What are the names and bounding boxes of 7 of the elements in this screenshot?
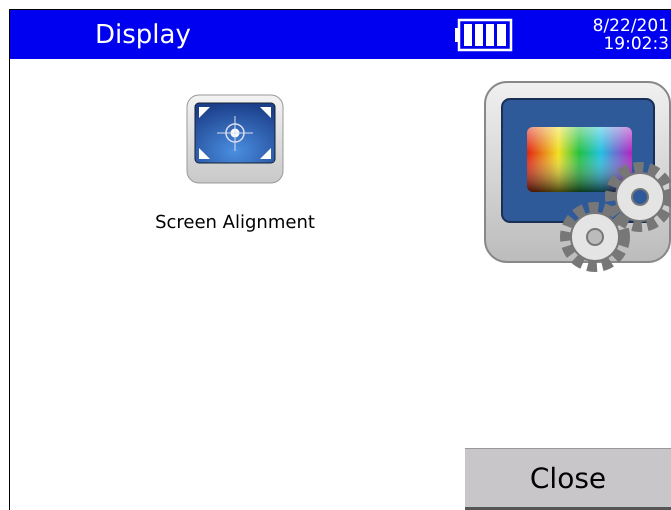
battery-icon: [455, 18, 515, 52]
item-label[interactable]: Screen Alignment: [155, 212, 315, 233]
screen-alignment-icon[interactable]: [186, 94, 284, 186]
date-text: 8/22/201: [592, 16, 669, 34]
close-button[interactable]: Close: [465, 448, 671, 510]
window-title: Display: [95, 20, 192, 50]
time-text: 19:02:3: [603, 34, 669, 52]
